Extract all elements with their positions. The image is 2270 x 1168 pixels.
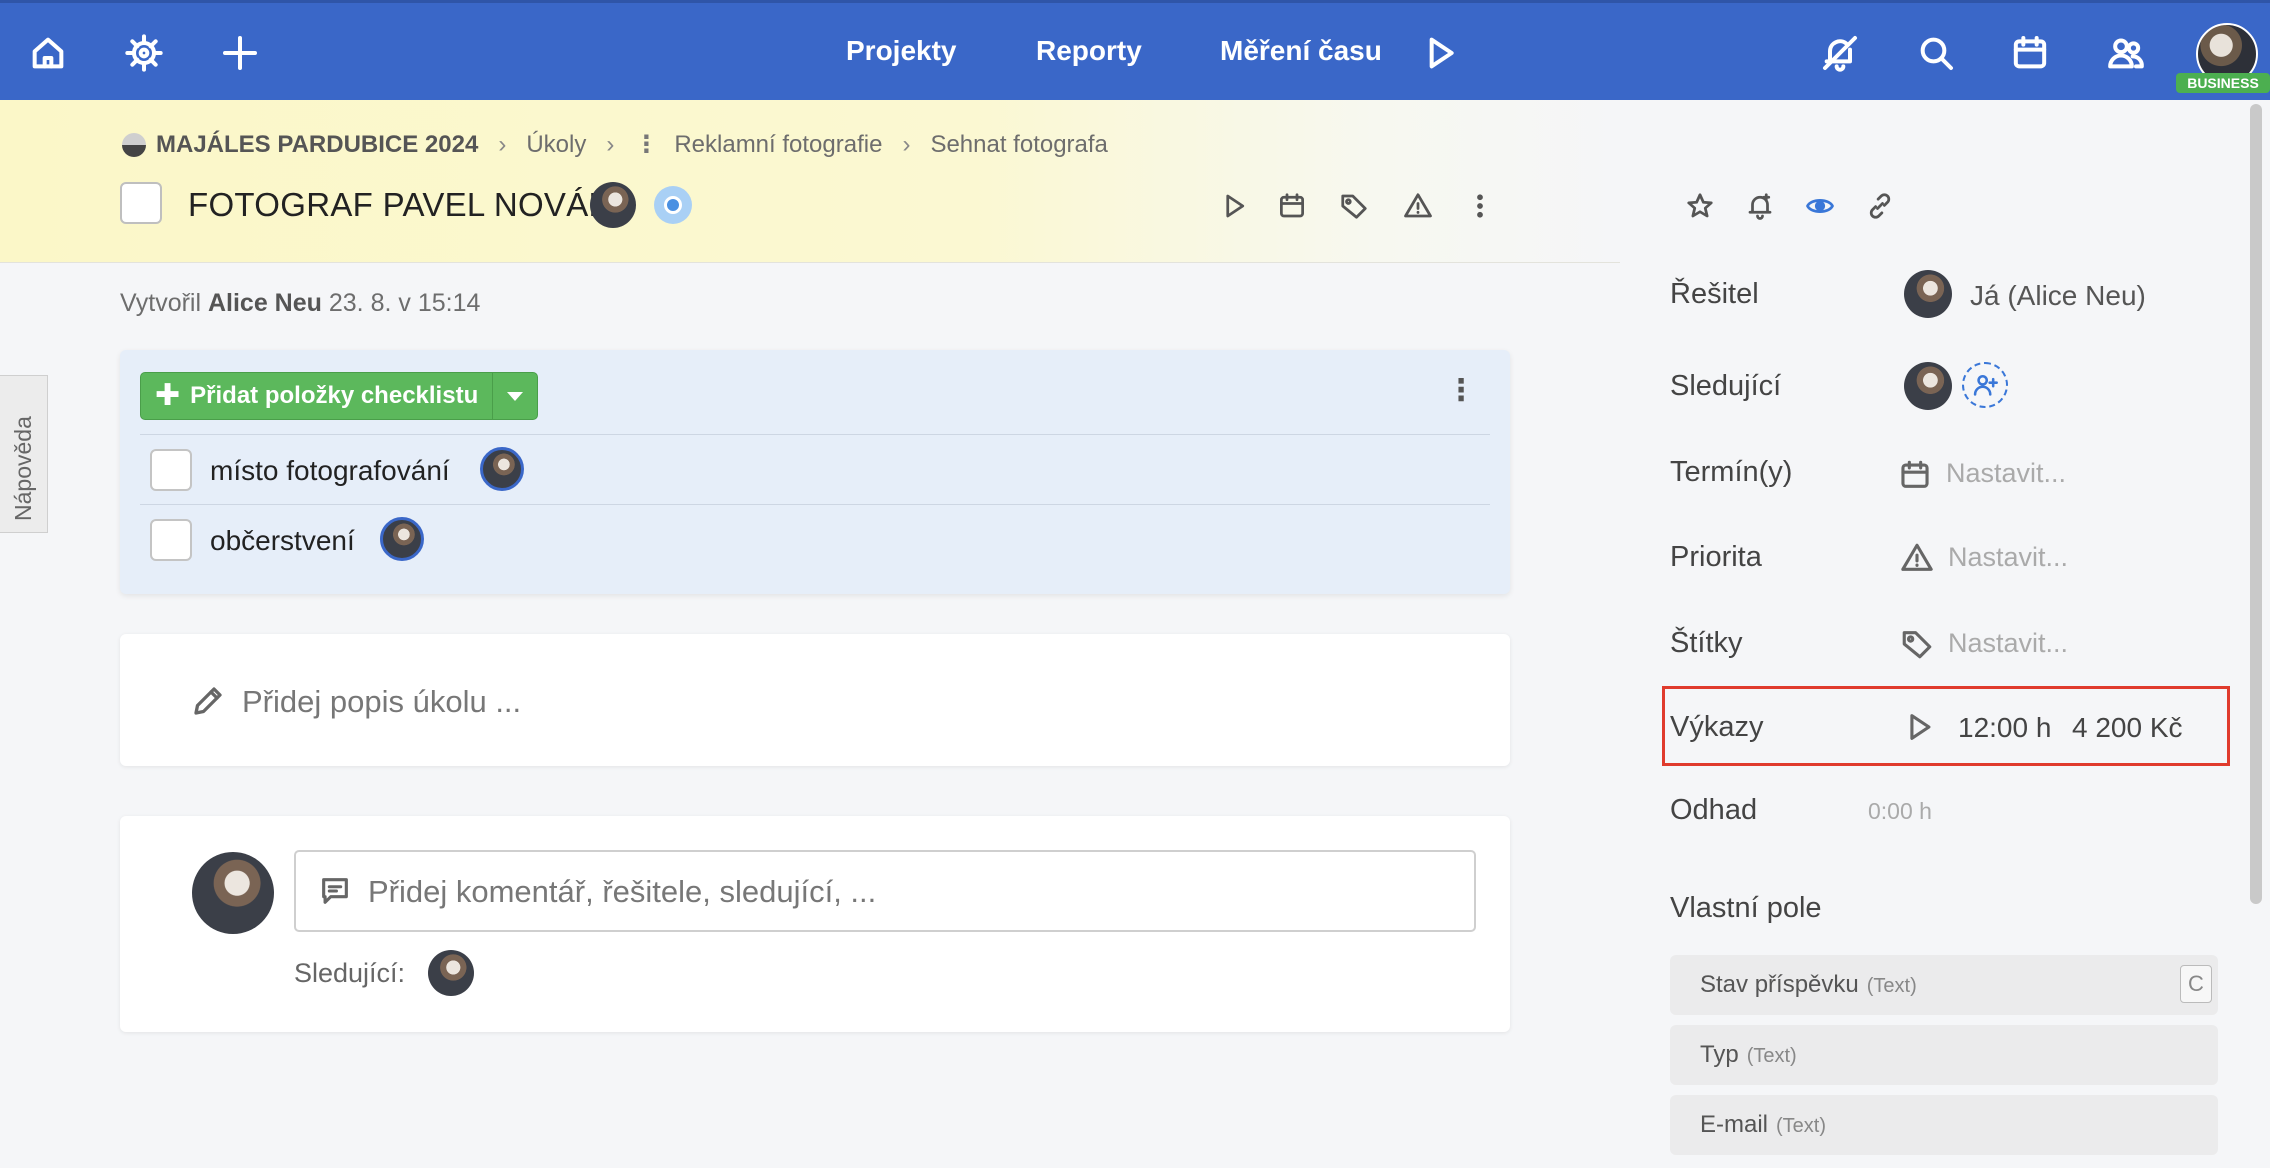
more-options-icon[interactable] [1460, 186, 1500, 226]
custom-field-name: E-mail [1700, 1111, 1769, 1138]
breadcrumb-project[interactable]: MAJÁLES PARDUBICE 2024 [156, 131, 478, 159]
created-date: 23. 8. v 15:14 [328, 289, 481, 317]
reports-amount[interactable]: 4 200 Kč [2072, 712, 2183, 744]
pencil-icon [190, 683, 226, 719]
description-placeholder[interactable]: Přidej popis úkolu ... [242, 684, 521, 720]
task-title[interactable]: FOTOGRAF PAVEL NOVÁK [188, 186, 611, 224]
reminder-bell-icon[interactable] [1740, 186, 1780, 226]
reports-hours[interactable]: 12:00 h [1958, 712, 2051, 744]
users-icon[interactable] [2102, 29, 2150, 77]
reports-label: Výkazy [1670, 711, 1764, 743]
top-navigation-bar: Projekty Reporty Měření času BUSINESS [0, 0, 2270, 100]
custom-field-type: (Text) [1776, 1115, 1827, 1137]
comment-follower-avatar[interactable] [428, 950, 474, 996]
task-status-icon[interactable] [654, 186, 692, 224]
tag-icon[interactable] [1334, 186, 1374, 226]
copy-link-icon[interactable] [1860, 186, 1900, 226]
assignee-value[interactable]: Já (Alice Neu) [1970, 280, 2146, 312]
custom-field-badge[interactable]: C [2180, 965, 2212, 1003]
calendar-icon [1898, 458, 1932, 492]
checklist-more-icon[interactable]: ⋮ [1446, 376, 1476, 406]
checklist-item-label[interactable]: místo fotografování [210, 455, 450, 487]
add-checklist-main[interactable]: ✚ Přidat položky checklistu [141, 373, 494, 419]
chevron-down-icon[interactable] [493, 373, 537, 419]
tag-icon [1900, 627, 1934, 661]
plus-icon[interactable] [216, 29, 264, 77]
comment-placeholder[interactable]: Přidej komentář, řešitele, sledující, ..… [368, 874, 876, 910]
comment-author-avatar [192, 852, 274, 934]
checklist-item-checkbox[interactable] [150, 449, 192, 491]
tags-value[interactable]: Nastavit... [1948, 628, 2068, 659]
star-icon[interactable] [1680, 186, 1720, 226]
add-follower-icon[interactable] [1962, 362, 2008, 408]
created-by-label: Vytvořil [120, 289, 202, 317]
dates-value[interactable]: Nastavit... [1946, 458, 2066, 489]
help-side-tab[interactable]: Nápověda [0, 375, 48, 533]
checklist-item-label[interactable]: občerstvení [210, 525, 355, 557]
estimate-value[interactable]: 0:00 h [1868, 798, 1932, 825]
home-icon[interactable] [24, 29, 72, 77]
custom-field[interactable]: Typ (Text) [1670, 1025, 2218, 1085]
play-timer-icon[interactable] [1416, 29, 1464, 77]
comment-icon [318, 874, 352, 908]
calendar-icon[interactable] [2006, 29, 2054, 77]
chevron-right-icon: › [498, 130, 507, 158]
estimate-label: Odhad [1670, 794, 1758, 826]
checklist-item-checkbox[interactable] [150, 519, 192, 561]
breadcrumb-tasks[interactable]: Úkoly [526, 131, 586, 159]
add-checklist-label: Přidat položky checklistu [190, 382, 479, 409]
tags-label: Štítky [1670, 627, 1743, 659]
add-checklist-items-button[interactable]: ✚ Přidat položky checklistu [140, 372, 539, 420]
chevron-right-icon: › [902, 130, 911, 158]
custom-field-name: Stav příspěvku [1700, 971, 1859, 998]
task-assignee-avatar[interactable] [590, 182, 636, 228]
breadcrumb-more-icon[interactable]: ⋮ [634, 130, 658, 159]
play-icon[interactable] [1902, 710, 1936, 744]
nav-reports[interactable]: Reporty [1036, 35, 1142, 67]
checklist-item-avatar[interactable] [480, 447, 524, 491]
breadcrumb: MAJÁLES PARDUBICE 2024 › Úkoly › ⋮ Rekla… [122, 130, 1108, 159]
priority-warning-icon[interactable] [1398, 186, 1438, 226]
created-by-author: Alice Neu [207, 289, 322, 317]
nav-projects[interactable]: Projekty [846, 35, 957, 67]
task-created-info: Vytvořil Alice Neu 23. 8. v 15:14 [120, 289, 480, 318]
custom-field-type: (Text) [1746, 1045, 1797, 1067]
scrollbar[interactable] [2250, 104, 2262, 904]
project-icon [122, 132, 146, 157]
dates-label: Termín(y) [1670, 456, 1793, 488]
checklist-item: občerstvení [140, 504, 1490, 575]
calendar-icon[interactable] [1272, 186, 1312, 226]
plus-icon: ✚ [155, 379, 181, 412]
priority-value[interactable]: Nastavit... [1948, 542, 2068, 573]
checklist-item-avatar[interactable] [380, 517, 424, 561]
checklist-item: místo fotografování [140, 434, 1490, 505]
comment-followers-label: Sledující: [294, 958, 406, 988]
custom-field-name: Typ [1700, 1041, 1739, 1068]
priority-label: Priorita [1670, 541, 1762, 573]
assignee-label: Řešitel [1670, 278, 1759, 310]
task-header [0, 100, 1620, 263]
priority-warning-icon [1900, 541, 1934, 575]
custom-field-type: (Text) [1866, 975, 1917, 997]
help-tab-label: Nápověda [10, 416, 36, 521]
watch-eye-icon[interactable] [1800, 186, 1840, 226]
settings-wheel-icon[interactable] [120, 29, 168, 77]
task-complete-checkbox[interactable] [120, 182, 162, 224]
assignee-avatar[interactable] [1904, 270, 1952, 318]
chevron-right-icon: › [606, 130, 615, 158]
custom-field[interactable]: E-mail (Text) [1670, 1095, 2218, 1155]
play-icon[interactable] [1214, 186, 1254, 226]
follower-avatar[interactable] [1904, 362, 1952, 410]
followers-label: Sledující [1670, 370, 1782, 402]
search-icon[interactable] [1912, 29, 1960, 77]
nav-time-tracking[interactable]: Měření času [1220, 35, 1382, 67]
breadcrumb-current-task[interactable]: Sehnat fotografa [930, 131, 1107, 159]
custom-fields-label: Vlastní pole [1670, 892, 1822, 924]
business-plan-badge: BUSINESS [2176, 73, 2270, 93]
breadcrumb-parent-task[interactable]: Reklamní fotografie [674, 131, 882, 159]
custom-field[interactable]: Stav příspěvku (Text) C [1670, 955, 2218, 1015]
notifications-off-icon[interactable] [1816, 29, 1864, 77]
